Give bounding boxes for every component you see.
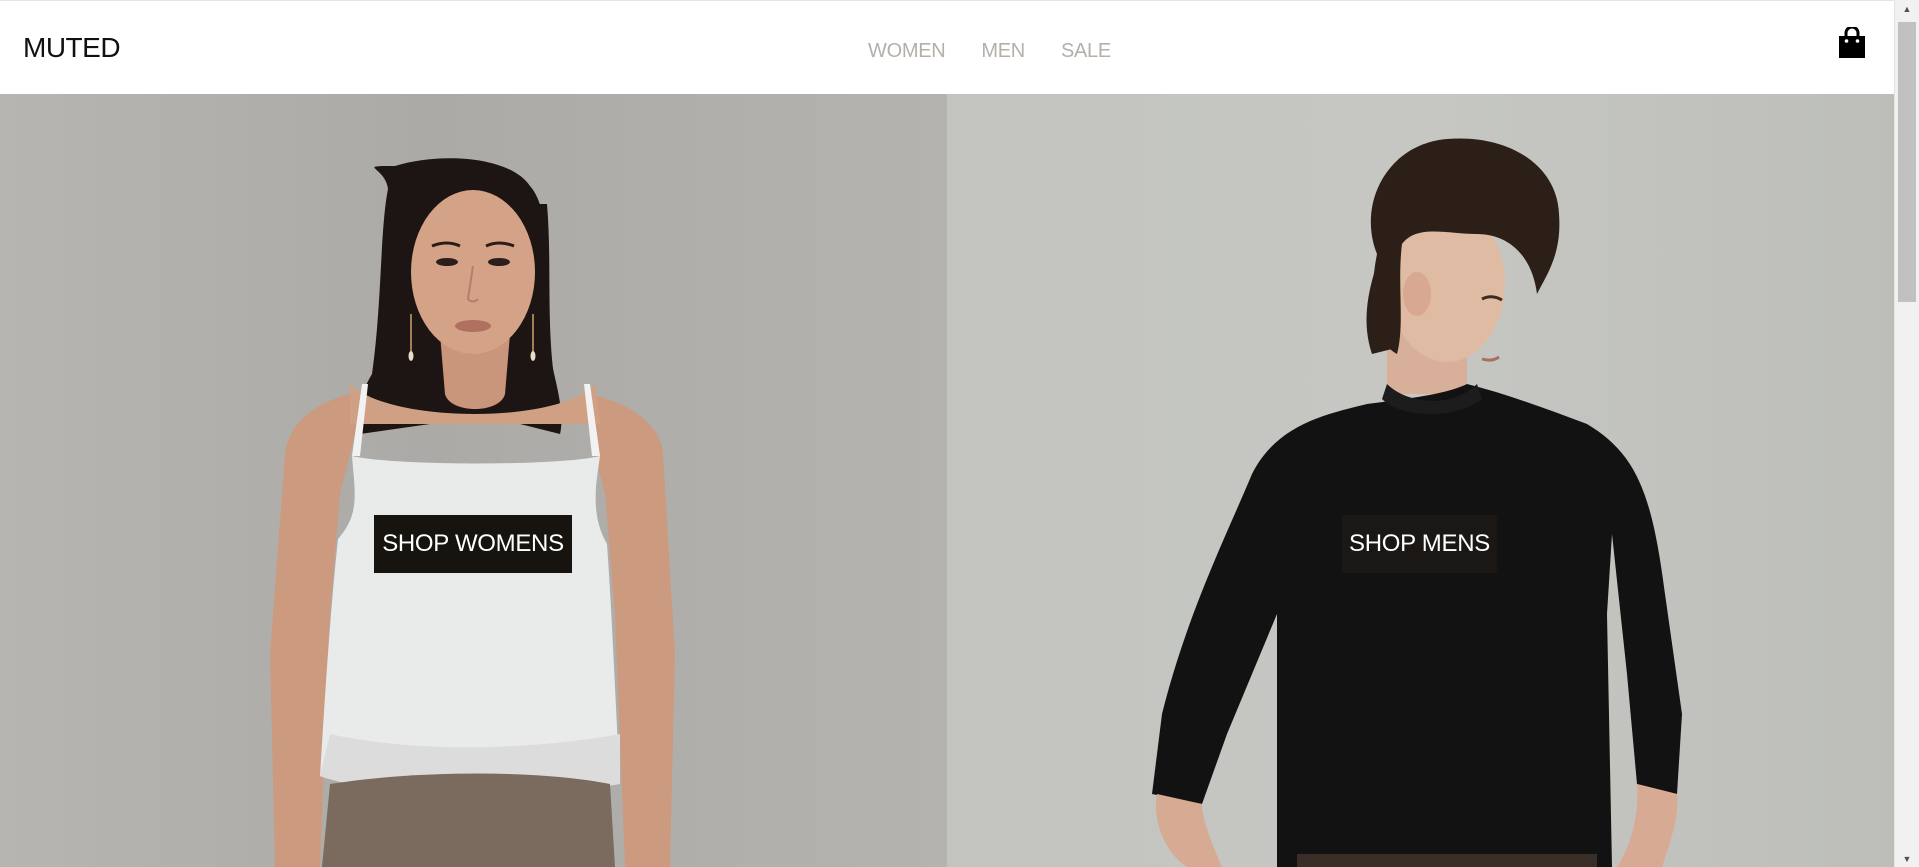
scroll-down-arrow-icon[interactable]: ▼ [1895,850,1919,867]
men-hero-panel[interactable]: SHOP MENS [947,94,1894,867]
site-logo[interactable]: MUTED [23,32,121,64]
nav-item-sale[interactable]: SALE [1061,39,1111,63]
woman-in-white-camisole-photo [270,158,675,867]
hero-section: SHOP WOMENS SHOP MENS [0,94,1894,867]
site-header: MUTED WOMEN MEN SALE [0,0,1894,94]
nav-item-women[interactable]: WOMEN [868,39,946,63]
scroll-up-arrow-icon[interactable]: ▲ [1895,0,1919,17]
shopping-bag-icon[interactable] [1837,25,1867,59]
women-hero-panel[interactable]: SHOP WOMENS [0,94,947,867]
man-in-black-long-sleeve-photo [1152,138,1682,867]
main-nav: WOMEN MEN SALE [868,39,1111,63]
shop-womens-button[interactable]: SHOP WOMENS [374,515,572,573]
scrollbar-thumb[interactable] [1898,22,1916,302]
nav-item-men[interactable]: MEN [981,39,1025,63]
shop-mens-button[interactable]: SHOP MENS [1342,515,1497,573]
vertical-scrollbar[interactable]: ▲ ▼ [1894,0,1919,867]
page: MUTED WOMEN MEN SALE SHOP WOMENS SHOP ME… [0,0,1919,867]
